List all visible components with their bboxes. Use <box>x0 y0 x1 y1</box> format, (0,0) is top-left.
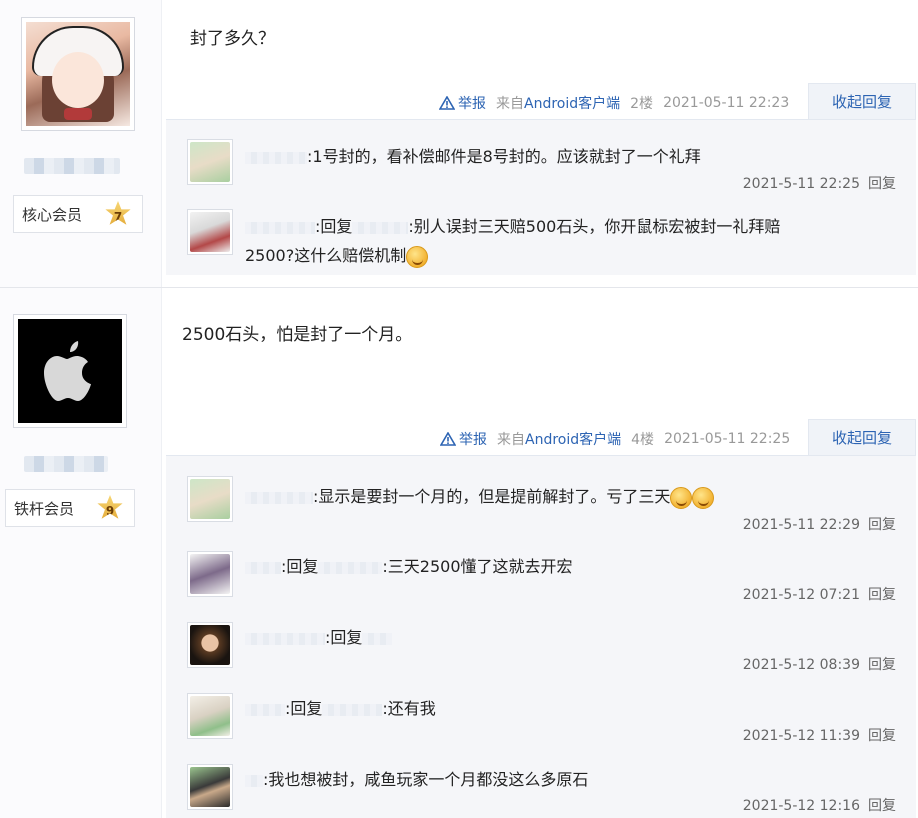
reply-meta: 2021-5-12 07:21 回复 <box>743 584 896 604</box>
smiley-emoji-icon <box>670 486 693 509</box>
client-link[interactable]: Android客户端 <box>525 432 621 448</box>
reply-avatar[interactable] <box>187 693 233 739</box>
reply-button[interactable]: 回复 <box>868 798 896 814</box>
reply-text-line2: 2500?这什么赔偿机制 <box>245 242 429 268</box>
member-badge[interactable]: 铁杆会员 9 <box>5 489 135 527</box>
author-avatar[interactable] <box>13 314 127 428</box>
author-username-blurred[interactable] <box>24 158 120 174</box>
reply-button[interactable]: 回复 <box>868 657 896 673</box>
reply-meta: 2021-5-12 11:39 回复 <box>743 725 896 745</box>
reply-text: :我也想被封，咸鱼玩家一个月都没这么多原石 <box>245 766 588 790</box>
reply-time: 2021-5-11 22:25 <box>742 176 860 192</box>
warning-triangle-icon <box>440 432 456 446</box>
report-link[interactable]: 举报 <box>440 429 487 449</box>
reply-item: :我也想被封，咸鱼玩家一个月都没这么多原石 2021-5-12 12:16 回复 <box>166 744 916 818</box>
reply-avatar[interactable] <box>187 209 233 255</box>
post-tail: 举报 来自Android客户端 4楼 2021-05-11 22:25 <box>440 429 790 449</box>
floor-number: 4楼 <box>631 432 655 448</box>
reply-time: 2021-5-12 11:39 <box>742 728 860 744</box>
reply-item: :1号封的，看补偿邮件是8号封的。应该就封了一个礼拜 2021-5-11 22:… <box>166 120 916 200</box>
reply-avatar[interactable] <box>187 622 233 668</box>
reply-box: :显示是要封一个月的，但是提前解封了。亏了三天 2021-5-11 22:29 回… <box>166 455 916 818</box>
apple-logo-avatar-image <box>18 319 122 423</box>
reply-text: :显示是要封一个月的，但是提前解封了。亏了三天 <box>245 483 715 509</box>
member-label: 核心会员 <box>22 205 83 224</box>
anime-girl-avatar-image <box>26 22 130 126</box>
reply-button[interactable]: 回复 <box>868 587 896 603</box>
collapse-replies-button[interactable]: 收起回复 <box>808 83 916 119</box>
reply-meta: 2021-5-12 12:16 回复 <box>743 795 896 815</box>
reply-button[interactable]: 回复 <box>868 728 896 744</box>
level-star-icon: 9 <box>97 495 123 519</box>
member-label: 铁杆会员 <box>14 499 75 518</box>
post-time: 2021-05-11 22:23 <box>663 95 790 111</box>
reply-text: :回复:还有我 <box>245 695 436 719</box>
post-floor-2: 核心会员 7 封了多久？ 举报 来自Android客户端 2楼 2021-05-… <box>0 0 918 287</box>
reply-prefix: :回复 <box>315 217 353 236</box>
apple-logo-icon <box>44 341 91 401</box>
post-content: 封了多久？ <box>190 29 275 49</box>
reply-avatar[interactable] <box>187 551 233 597</box>
reply-prefix: :回复 <box>281 557 319 576</box>
reply-item: :回复:别人误封三天赔500石头，你开鼠标宏被封一礼拜赔 2500?这什么赔偿机… <box>166 200 916 276</box>
report-link[interactable]: 举报 <box>439 93 486 113</box>
client-source: 来自Android客户端 <box>497 429 621 449</box>
reply-text: :回复:三天2500懂了这就去开宏 <box>245 553 573 577</box>
reply-prefix: :回复 <box>285 699 323 718</box>
report-label: 举报 <box>459 432 487 448</box>
author-sidebar: 核心会员 7 <box>0 0 162 287</box>
reply-text: :回复 <box>245 624 393 648</box>
reply-item: :回复 2021-5-12 08:39 回复 <box>166 602 916 673</box>
post-content: 2500石头，怕是封了一个月。 <box>182 325 413 345</box>
member-badge[interactable]: 核心会员 7 <box>13 195 143 233</box>
author-sidebar: 铁杆会员 9 <box>0 288 162 818</box>
reply-time: 2021-5-12 08:39 <box>742 657 860 673</box>
reply-prefix: :回复 <box>325 628 363 647</box>
floor-number: 2楼 <box>630 96 654 112</box>
reply-avatar[interactable] <box>187 139 233 185</box>
client-link[interactable]: Android客户端 <box>524 96 620 112</box>
reply-item: :回复:还有我 2021-5-12 11:39 回复 <box>166 673 916 744</box>
reply-item: :显示是要封一个月的，但是提前解封了。亏了三天 2021-5-11 22:29 回… <box>166 456 916 533</box>
reply-box: :1号封的，看补偿邮件是8号封的。应该就封了一个礼拜 2021-5-11 22:… <box>166 119 916 275</box>
author-avatar[interactable] <box>21 17 135 131</box>
post-tail: 举报 来自Android客户端 2楼 2021-05-11 22:23 <box>439 93 789 113</box>
post-time: 2021-05-11 22:25 <box>664 431 791 447</box>
reply-text: :回复:别人误封三天赔500石头，你开鼠标宏被封一礼拜赔 <box>245 213 780 237</box>
reply-item: :回复:三天2500懂了这就去开宏 2021-5-12 07:21 回复 <box>166 531 916 604</box>
reply-avatar[interactable] <box>187 764 233 810</box>
reply-button[interactable]: 回复 <box>868 176 896 192</box>
post-floor-4: 铁杆会员 9 2500石头，怕是封了一个月。 举报 来自Android客户端 4… <box>0 288 918 818</box>
from-prefix: 来自 <box>497 432 525 448</box>
warning-triangle-icon <box>439 96 455 110</box>
from-prefix: 来自 <box>496 96 524 112</box>
level-star-icon: 7 <box>105 201 131 225</box>
collapse-replies-button[interactable]: 收起回复 <box>808 419 916 455</box>
reply-avatar[interactable] <box>187 476 233 522</box>
report-label: 举报 <box>458 96 486 112</box>
smiley-emoji-icon <box>692 486 715 509</box>
reply-meta: 2021-5-11 22:25 回复 <box>743 173 896 193</box>
reply-time: 2021-5-12 07:21 <box>742 587 860 603</box>
reply-text: :1号封的，看补偿邮件是8号封的。应该就封了一个礼拜 <box>245 143 701 167</box>
client-source: 来自Android客户端 <box>496 93 620 113</box>
reply-meta: 2021-5-12 08:39 回复 <box>743 654 896 674</box>
smiley-emoji-icon <box>406 245 429 268</box>
reply-time: 2021-5-12 12:16 <box>742 798 860 814</box>
author-username-blurred[interactable] <box>24 456 108 472</box>
